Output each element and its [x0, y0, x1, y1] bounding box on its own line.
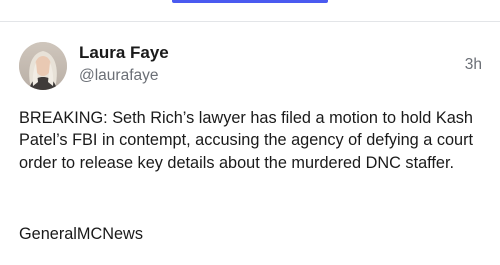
profile-photo-icon	[19, 42, 67, 90]
post-timestamp[interactable]: 3h	[465, 56, 482, 74]
post-source-text: GeneralMCNews	[19, 225, 143, 243]
author-handle[interactable]: @laurafaye	[79, 67, 159, 85]
active-tab-indicator	[172, 0, 328, 3]
top-tab-bar	[0, 0, 500, 22]
post-card[interactable]: Laura Faye @laurafaye 3h BREAKING: Seth …	[0, 22, 500, 265]
post-text: BREAKING: Seth Rich’s lawyer has filed a…	[19, 109, 474, 172]
author-display-name[interactable]: Laura Faye	[79, 43, 169, 63]
avatar[interactable]	[19, 42, 67, 90]
